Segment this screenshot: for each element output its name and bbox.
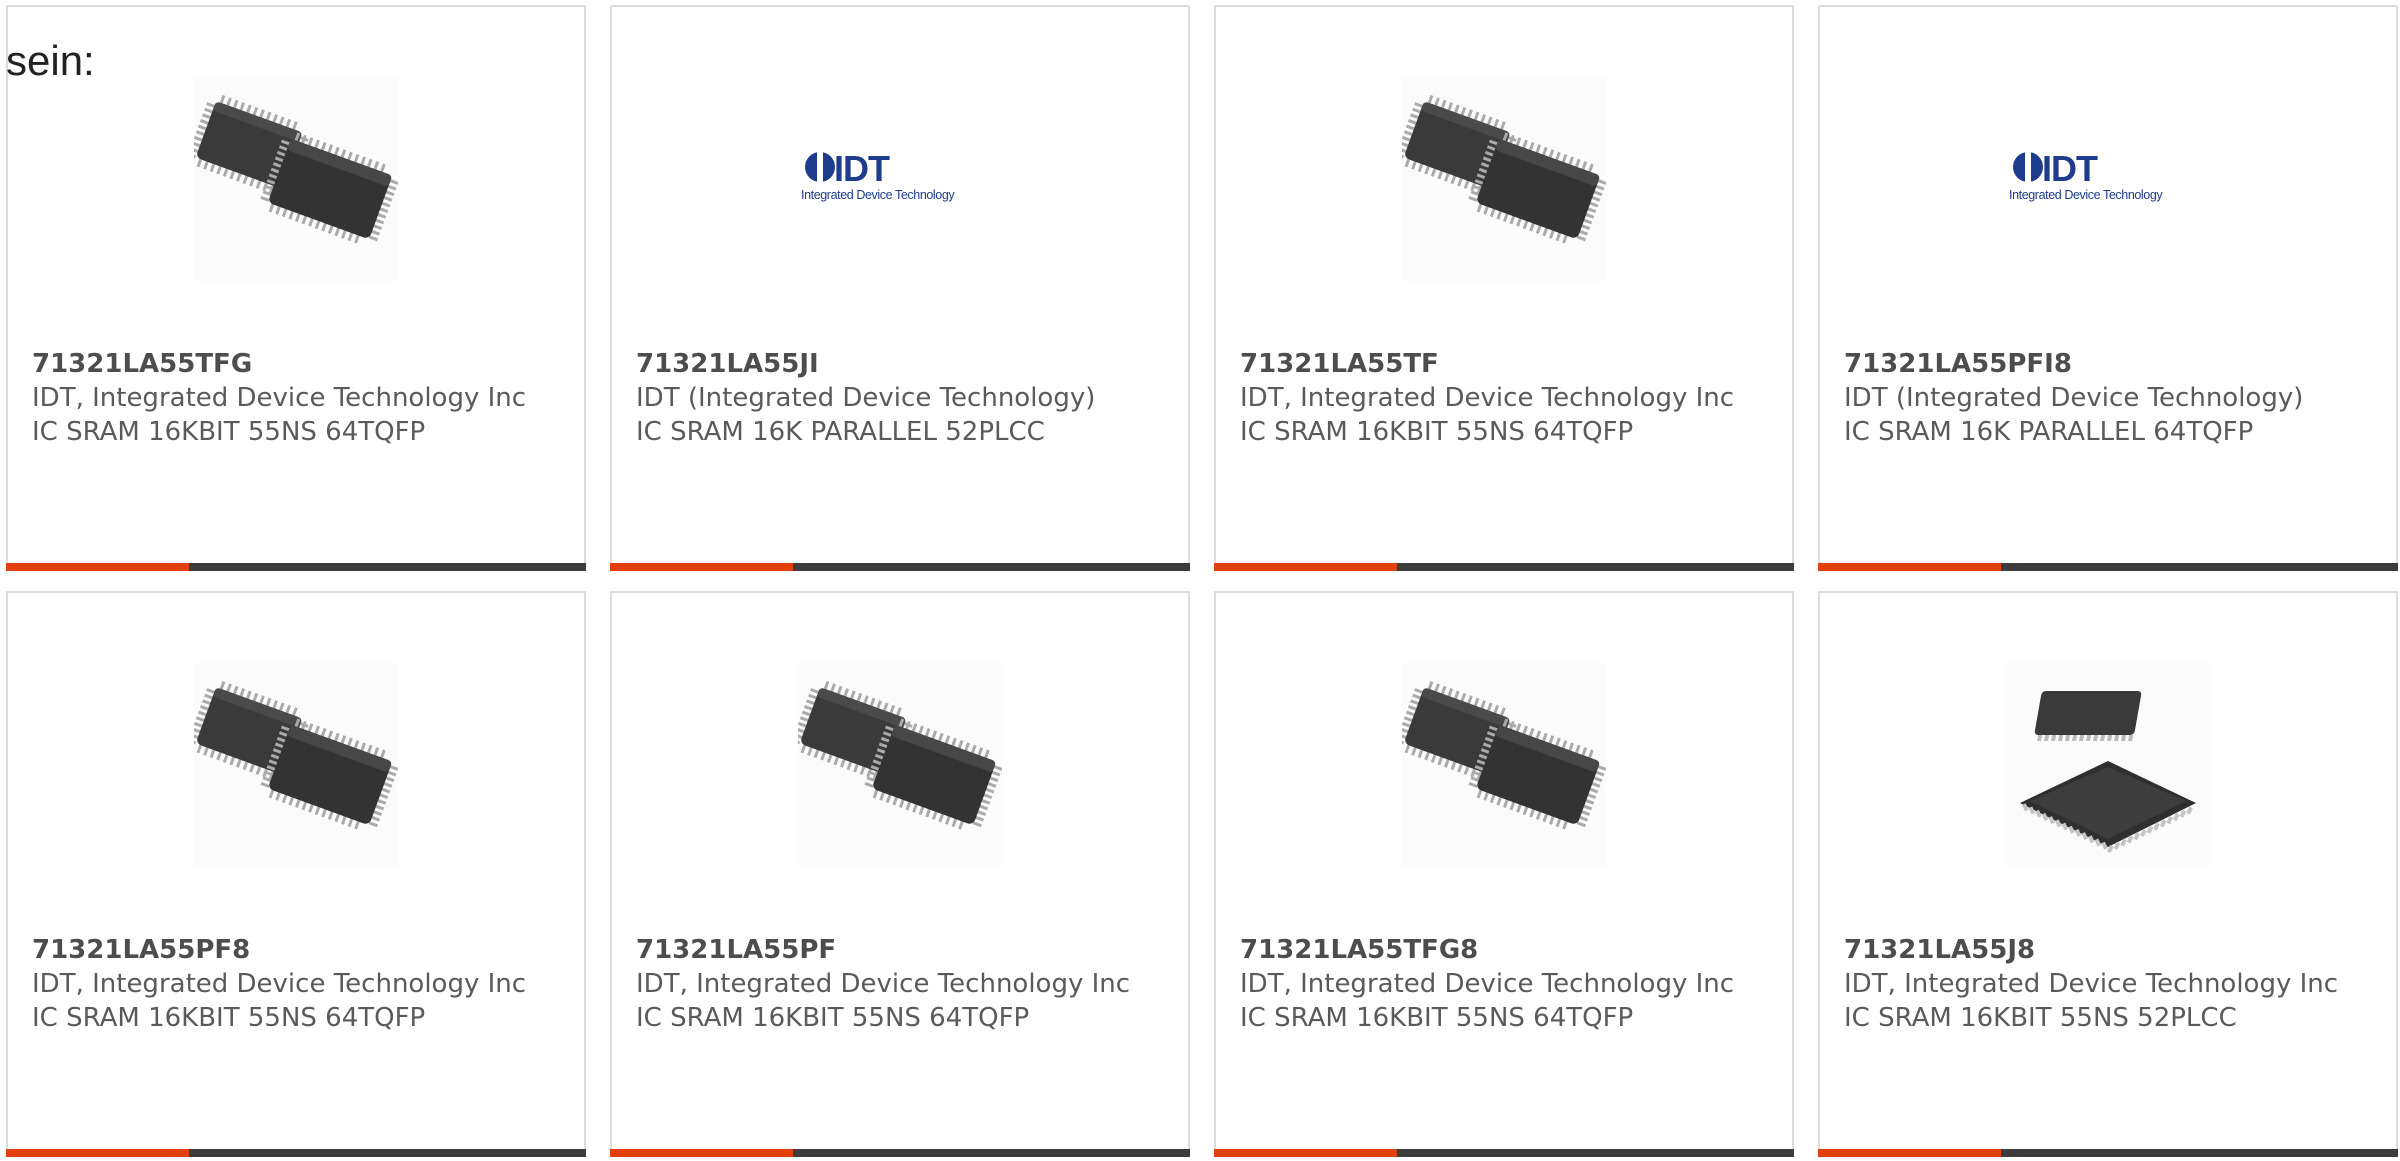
product-card[interactable]: 71321LA55TFG IDT, Integrated Device Tech… [6,5,586,571]
tqfp-chip-icon [194,77,398,281]
card-bottom-bar [610,1149,1190,1157]
product-image[interactable]: IDT Integrated Device Technology [798,77,1002,281]
card-bottom-bar [1818,563,2398,571]
product-image[interactable] [798,663,1002,867]
product-card[interactable]: 71321LA55J8 IDT, Integrated Device Techn… [1818,591,2398,1157]
manufacturer: IDT, Integrated Device Technology Inc [636,969,1131,999]
product-image[interactable] [2006,663,2210,867]
product-card[interactable]: IDT Integrated Device Technology 71321LA… [1818,5,2398,571]
card-bottom-bar [610,563,1190,571]
tqfp-chip-icon [1402,77,1606,281]
product-info: 71321LA55PF IDT, Integrated Device Techn… [636,933,1174,1035]
product-card[interactable]: IDT Integrated Device Technology 71321LA… [610,5,1190,571]
product-grid: 71321LA55TFG IDT, Integrated Device Tech… [6,5,2400,1157]
product-info: 71321LA55TFG IDT, Integrated Device Tech… [32,347,570,449]
product-info: 71321LA55JI IDT (Integrated Device Techn… [636,347,1174,449]
part-number[interactable]: 71321LA55TFG8 [1240,933,1778,967]
svg-text:Integrated Device Technology: Integrated Device Technology [2009,188,2163,202]
part-number[interactable]: 71321LA55J8 [1844,933,2382,967]
card-accent-bar [1214,1149,1397,1157]
part-number[interactable]: 71321LA55TFG [32,347,570,381]
product-card[interactable]: 71321LA55PF8 IDT, Integrated Device Tech… [6,591,586,1157]
description: IC SRAM 16KBIT 55NS 64TQFP [32,417,426,447]
product-info: 71321LA55PFI8 IDT (Integrated Device Tec… [1844,347,2382,449]
card-accent-bar [610,1149,793,1157]
page: sein: 71321LA55TFG IDT, Integrated Devic… [0,0,2400,1161]
description: IC SRAM 16KBIT 55NS 64TQFP [1240,1003,1634,1033]
description: IC SRAM 16KBIT 55NS 64TQFP [32,1003,426,1033]
card-accent-bar [1818,1149,2001,1157]
card-accent-bar [1214,563,1397,571]
part-number[interactable]: 71321LA55PF8 [32,933,570,967]
product-image[interactable] [194,663,398,867]
product-card[interactable]: 71321LA55TFG8 IDT, Integrated Device Tec… [1214,591,1794,1157]
manufacturer: IDT (Integrated Device Technology) [1844,383,2304,413]
product-image[interactable] [1402,77,1606,281]
tqfp-chip-icon [1402,663,1606,867]
card-bottom-bar [1214,1149,1794,1157]
card-bottom-bar [6,1149,586,1157]
description: IC SRAM 16K PARALLEL 64TQFP [1844,417,2254,447]
tqfp-chip-icon [798,663,1002,867]
manufacturer: IDT (Integrated Device Technology) [636,383,1096,413]
product-image[interactable] [1402,663,1606,867]
card-accent-bar [6,563,189,571]
product-card[interactable]: 71321LA55TF IDT, Integrated Device Techn… [1214,5,1794,571]
part-number[interactable]: 71321LA55JI [636,347,1174,381]
tqfp-chip-icon [194,663,398,867]
description: IC SRAM 16KBIT 55NS 64TQFP [1240,417,1634,447]
manufacturer: IDT, Integrated Device Technology Inc [1240,969,1735,999]
idt-logo-icon: IDT Integrated Device Technology [2006,77,2210,281]
svg-text:Integrated Device Technology: Integrated Device Technology [801,188,955,202]
part-number[interactable]: 71321LA55TF [1240,347,1778,381]
product-image[interactable]: IDT Integrated Device Technology [2006,77,2210,281]
product-info: 71321LA55TF IDT, Integrated Device Techn… [1240,347,1778,449]
manufacturer: IDT, Integrated Device Technology Inc [1240,383,1735,413]
manufacturer: IDT, Integrated Device Technology Inc [32,383,527,413]
intro-text: sein: [6,37,95,84]
product-info: 71321LA55PF8 IDT, Integrated Device Tech… [32,933,570,1035]
description: IC SRAM 16KBIT 55NS 52PLCC [1844,1003,2237,1033]
card-accent-bar [6,1149,189,1157]
manufacturer: IDT, Integrated Device Technology Inc [1844,969,2339,999]
svg-text:IDT: IDT [834,148,890,189]
part-number[interactable]: 71321LA55PF [636,933,1174,967]
card-accent-bar [610,563,793,571]
card-bottom-bar [1818,1149,2398,1157]
product-info: 71321LA55J8 IDT, Integrated Device Techn… [1844,933,2382,1035]
product-image[interactable] [194,77,398,281]
card-accent-bar [1818,563,2001,571]
product-card[interactable]: 71321LA55PF IDT, Integrated Device Techn… [610,591,1190,1157]
manufacturer: IDT, Integrated Device Technology Inc [32,969,527,999]
part-number[interactable]: 71321LA55PFI8 [1844,347,2382,381]
description: IC SRAM 16K PARALLEL 52PLCC [636,417,1045,447]
card-bottom-bar [6,563,586,571]
product-info: 71321LA55TFG8 IDT, Integrated Device Tec… [1240,933,1778,1035]
idt-logo-icon: IDT Integrated Device Technology [798,77,1002,281]
card-bottom-bar [1214,563,1794,571]
plcc-chip-icon [2006,663,2210,867]
svg-text:IDT: IDT [2042,148,2098,189]
description: IC SRAM 16KBIT 55NS 64TQFP [636,1003,1030,1033]
